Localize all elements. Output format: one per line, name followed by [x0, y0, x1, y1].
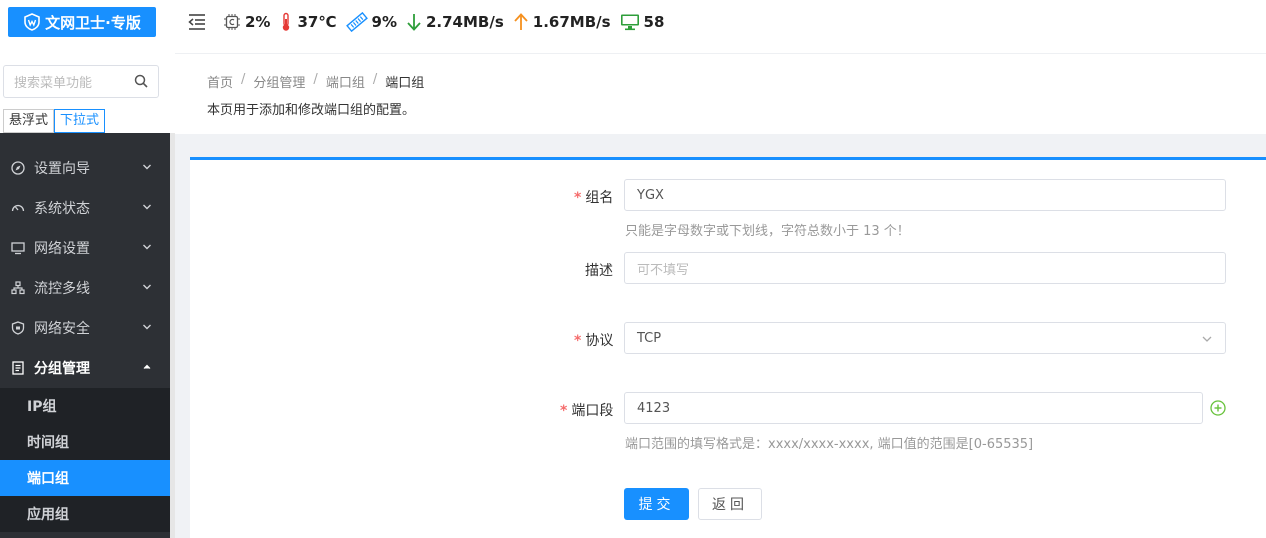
- shield-logo-icon: [24, 13, 40, 31]
- menu-mode-switch: 悬浮式 下拉式: [3, 109, 106, 133]
- upload-arrow-icon: [514, 13, 528, 30]
- mode-dropdown-button[interactable]: 下拉式: [54, 109, 106, 133]
- required-mark: *: [574, 333, 582, 349]
- temperature-stat: 37℃: [279, 12, 337, 32]
- system-stats: 2% 37℃ 9% 2.74MB/s 1.67MB/s 58: [223, 12, 673, 32]
- sidebar-top: 文网卫士·专版 搜索菜单功能 悬浮式 下拉式: [0, 0, 175, 133]
- group-name-label: * 组名: [574, 187, 613, 207]
- chevron-up-icon: [143, 364, 151, 369]
- menu-item-system-status[interactable]: 系统状态: [0, 188, 170, 228]
- upload-value: 1.67MB/s: [532, 13, 611, 31]
- protocol-selected-value: TCP: [637, 330, 662, 346]
- breadcrumb: 首页 / 分组管理 / 端口组 / 端口组: [207, 72, 424, 91]
- shield-icon: [10, 320, 26, 336]
- logo-text: 文网卫士·专版: [45, 13, 141, 32]
- chevron-down-icon: [143, 164, 151, 170]
- required-mark: *: [560, 403, 568, 419]
- breadcrumb-group-management[interactable]: 分组管理: [253, 72, 305, 91]
- add-port-icon[interactable]: [1210, 400, 1226, 416]
- chevron-down-icon: [143, 244, 151, 250]
- sidebar-menu: 设置向导 系统状态 网络设置 流控多线 网络安全 分组管理 IP组 时间组 端口…: [0, 148, 170, 532]
- menu-item-flow-control[interactable]: 流控多线: [0, 268, 170, 308]
- description-input[interactable]: 可不填写: [624, 252, 1226, 284]
- required-mark: *: [574, 190, 582, 206]
- cpu-chip-icon: [224, 14, 240, 30]
- breadcrumb-separator: /: [372, 72, 378, 87]
- cpu-value: 2%: [245, 13, 271, 31]
- chevron-down-icon: [143, 324, 151, 330]
- group-name-label-text: 组名: [585, 190, 614, 206]
- submit-button[interactable]: 提交: [624, 488, 689, 520]
- monitor-online-icon: [620, 14, 639, 31]
- sub-item-ip-group[interactable]: IP组: [0, 388, 170, 424]
- online-stat: 58: [620, 13, 665, 31]
- chevron-down-icon: [1202, 336, 1212, 342]
- chevron-down-icon: [143, 284, 151, 290]
- submenu-group-management: IP组 时间组 端口组 应用组: [0, 388, 170, 532]
- group-name-hint: 只能是字母数字或下划线，字符总数小于 13 个！: [625, 224, 910, 239]
- menu-item-label: 分组管理: [34, 361, 90, 377]
- upload-stat: 1.67MB/s: [513, 12, 611, 32]
- top-header: 2% 37℃ 9% 2.74MB/s 1.67MB/s 58: [175, 0, 1266, 54]
- port-group-form: * 组名 YGX 只能是字母数字或下划线，字符总数小于 13 个！ 描述 可不填写…: [190, 157, 1266, 538]
- sub-item-app-group[interactable]: 应用组: [0, 496, 170, 532]
- sidebar: 文网卫士·专版 搜索菜单功能 悬浮式 下拉式 设置向导 系统状态 网络设置 流控…: [0, 0, 175, 538]
- document-icon: [10, 360, 26, 376]
- monitor-icon: [10, 240, 26, 256]
- protocol-label-text: 协议: [585, 333, 614, 349]
- menu-item-setup-wizard[interactable]: 设置向导: [0, 148, 170, 188]
- download-stat: 2.74MB/s: [406, 12, 504, 32]
- sub-item-port-group[interactable]: 端口组: [0, 460, 170, 496]
- menu-item-label: 网络设置: [34, 241, 90, 257]
- logo[interactable]: 文网卫士·专版: [8, 7, 156, 37]
- memory-stick-icon: [345, 12, 368, 32]
- page-header: 首页 / 分组管理 / 端口组 / 端口组 本页用于添加和修改端口组的配置。: [175, 54, 1266, 134]
- menu-item-label: 系统状态: [34, 201, 90, 217]
- menu-search-placeholder: 搜索菜单功能: [14, 76, 93, 91]
- memory-stat: 9%: [345, 12, 397, 32]
- breadcrumb-port-group[interactable]: 端口组: [326, 72, 365, 91]
- breadcrumb-separator: /: [241, 72, 246, 87]
- menu-item-network-security[interactable]: 网络安全: [0, 308, 170, 348]
- download-arrow-icon: [407, 14, 421, 31]
- protocol-label: * 协议: [574, 330, 613, 350]
- menu-item-group-management[interactable]: 分组管理: [0, 348, 170, 388]
- menu-item-label: 流控多线: [34, 281, 90, 297]
- breadcrumb-current: 端口组: [385, 76, 425, 91]
- collapse-menu-icon[interactable]: [187, 13, 207, 31]
- network-icon: [10, 280, 26, 296]
- breadcrumb-separator: /: [313, 72, 318, 87]
- menu-item-label: 设置向导: [34, 161, 90, 177]
- port-range-label-text: 端口段: [571, 403, 614, 419]
- page-description: 本页用于添加和修改端口组的配置。: [207, 103, 416, 118]
- search-icon[interactable]: [134, 74, 148, 88]
- chevron-down-icon: [143, 204, 151, 210]
- memory-value: 9%: [371, 13, 397, 31]
- port-range-hint: 端口范围的填写格式是：xxxx/xxxx-xxxx, 端口值的范围是[0-655…: [625, 437, 1034, 452]
- back-button[interactable]: 返回: [698, 488, 762, 520]
- menu-item-network-settings[interactable]: 网络设置: [0, 228, 170, 268]
- download-value: 2.74MB/s: [425, 13, 504, 31]
- menu-search-input[interactable]: 搜索菜单功能: [3, 65, 159, 98]
- cpu-stat: 2%: [223, 13, 270, 31]
- temperature-value: 37℃: [297, 13, 337, 31]
- thermometer-icon: [283, 12, 290, 31]
- dashboard-icon: [10, 200, 26, 216]
- online-count: 58: [643, 13, 665, 31]
- breadcrumb-home[interactable]: 首页: [207, 72, 233, 91]
- sidebar-scrollbar[interactable]: [170, 133, 175, 538]
- compass-icon: [10, 160, 26, 176]
- description-label: 描述: [585, 263, 613, 279]
- protocol-select[interactable]: TCP: [624, 322, 1226, 354]
- mode-floating-button[interactable]: 悬浮式: [3, 109, 55, 133]
- sub-item-time-group[interactable]: 时间组: [0, 424, 170, 460]
- port-range-input[interactable]: 4123: [624, 392, 1203, 424]
- group-name-input[interactable]: YGX: [624, 179, 1226, 211]
- menu-item-label: 网络安全: [34, 321, 90, 337]
- port-range-label: * 端口段: [560, 400, 613, 420]
